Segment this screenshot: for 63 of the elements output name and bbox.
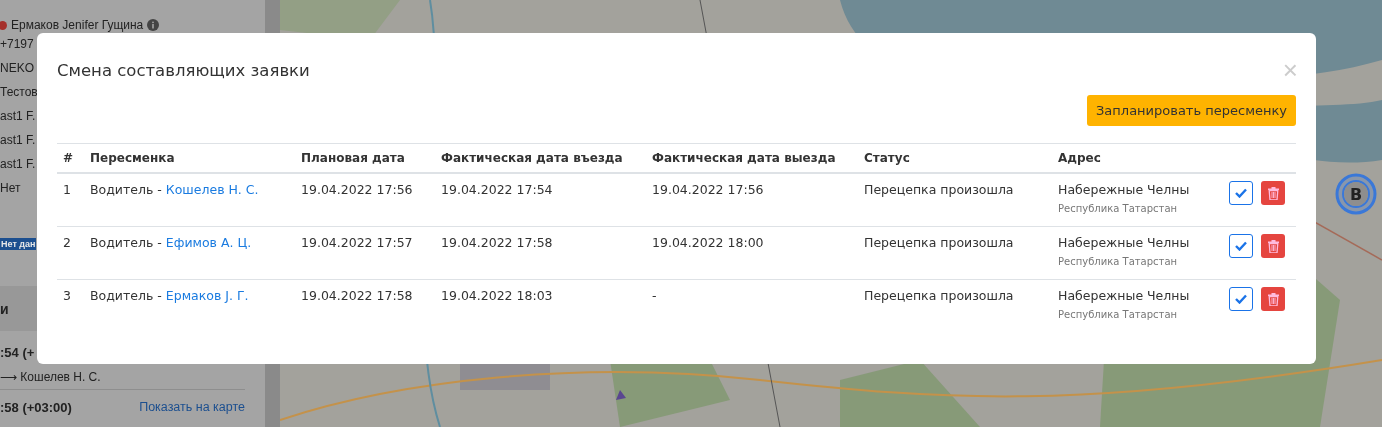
- table-cell: 19.04.2022 18:00: [646, 226, 858, 280]
- city-text: Набережные Челны: [1058, 235, 1191, 250]
- table-cell: 19.04.2022 17:56: [295, 173, 435, 227]
- show-on-map-link[interactable]: Показать на карте: [139, 400, 245, 414]
- trash-icon: [1267, 186, 1279, 200]
- column-header: Адрес: [1052, 143, 1223, 173]
- role-text: Водитель -: [90, 235, 162, 250]
- table-cell: 19.04.2022 17:54: [435, 173, 646, 227]
- sidebar-text: ast1 F.: [0, 133, 36, 147]
- status-badge: Нет дан: [0, 238, 37, 250]
- table-cell: 19.04.2022 17:58: [295, 279, 435, 332]
- confirm-button[interactable]: [1229, 234, 1253, 258]
- dialog-title: Смена составляющих заявки: [57, 60, 310, 80]
- trash-icon: [1267, 292, 1279, 306]
- city-text: Набережные Челны: [1058, 182, 1191, 197]
- event-time: :54 (+: [0, 344, 35, 360]
- trash-icon: [1267, 239, 1279, 253]
- table-cell: 19.04.2022 17:56: [646, 173, 858, 227]
- driver-link[interactable]: Кошелев Н. С.: [165, 182, 259, 197]
- sidebar-text: ast1 F.: [0, 157, 36, 171]
- delete-button[interactable]: [1261, 234, 1285, 258]
- sidebar-text: +7197: [0, 37, 34, 51]
- delete-button[interactable]: [1261, 181, 1285, 205]
- row-number: 2: [57, 226, 84, 280]
- column-header: Статус: [858, 143, 1052, 173]
- row-number: 3: [57, 279, 84, 332]
- table-cell: Перецепка произошла: [858, 226, 1052, 280]
- row-number: 1: [57, 173, 84, 227]
- check-icon: [1235, 188, 1247, 198]
- sidebar-text: Нет: [0, 181, 21, 195]
- region-text: Республика Татарстан: [1058, 309, 1179, 320]
- check-icon: [1235, 294, 1247, 304]
- column-header: Пересменка: [84, 143, 295, 173]
- table-cell: Перецепка произошла: [858, 279, 1052, 332]
- table-cell: -: [646, 279, 858, 332]
- column-header: Плановая дата: [295, 143, 435, 173]
- sidebar-text: ast1 F.: [0, 109, 36, 123]
- confirm-button[interactable]: [1229, 181, 1253, 205]
- sidebar-text: NEKO: [0, 61, 34, 75]
- plan-shift-button[interactable]: Запланировать пересменку: [1087, 95, 1296, 126]
- confirm-button[interactable]: [1229, 287, 1253, 311]
- route-text: ⟶ Кошелев Н. С.: [0, 370, 101, 384]
- region-text: Республика Татарстан: [1058, 203, 1179, 214]
- city-text: Набережные Челны: [1058, 288, 1191, 303]
- table-cell: Перецепка произошла: [858, 173, 1052, 227]
- table-cell: 19.04.2022 18:03: [435, 279, 646, 332]
- driver-link[interactable]: Ермаков J. Г.: [165, 288, 249, 303]
- section-title: и: [0, 300, 9, 317]
- table-cell: 19.04.2022 17:57: [295, 226, 435, 280]
- check-icon: [1235, 241, 1247, 251]
- info-icon: [147, 19, 160, 31]
- sidebar-text: Тестов: [0, 85, 38, 99]
- column-header: Фактическая дата выезда: [646, 143, 858, 173]
- event-time: :58 (+03:00): [0, 399, 72, 415]
- column-header: #: [57, 143, 84, 173]
- delete-button[interactable]: [1261, 287, 1285, 311]
- role-text: Водитель -: [90, 182, 162, 197]
- role-text: Водитель -: [90, 288, 162, 303]
- driver-link[interactable]: Ефимов А. Ц.: [165, 235, 252, 250]
- column-header: Фактическая дата въезда: [435, 143, 646, 173]
- table-cell: 19.04.2022 17:58: [435, 226, 646, 280]
- driver-name: Ермаков Jenifer Гущина: [11, 18, 144, 32]
- region-text: Республика Татарстан: [1058, 256, 1179, 267]
